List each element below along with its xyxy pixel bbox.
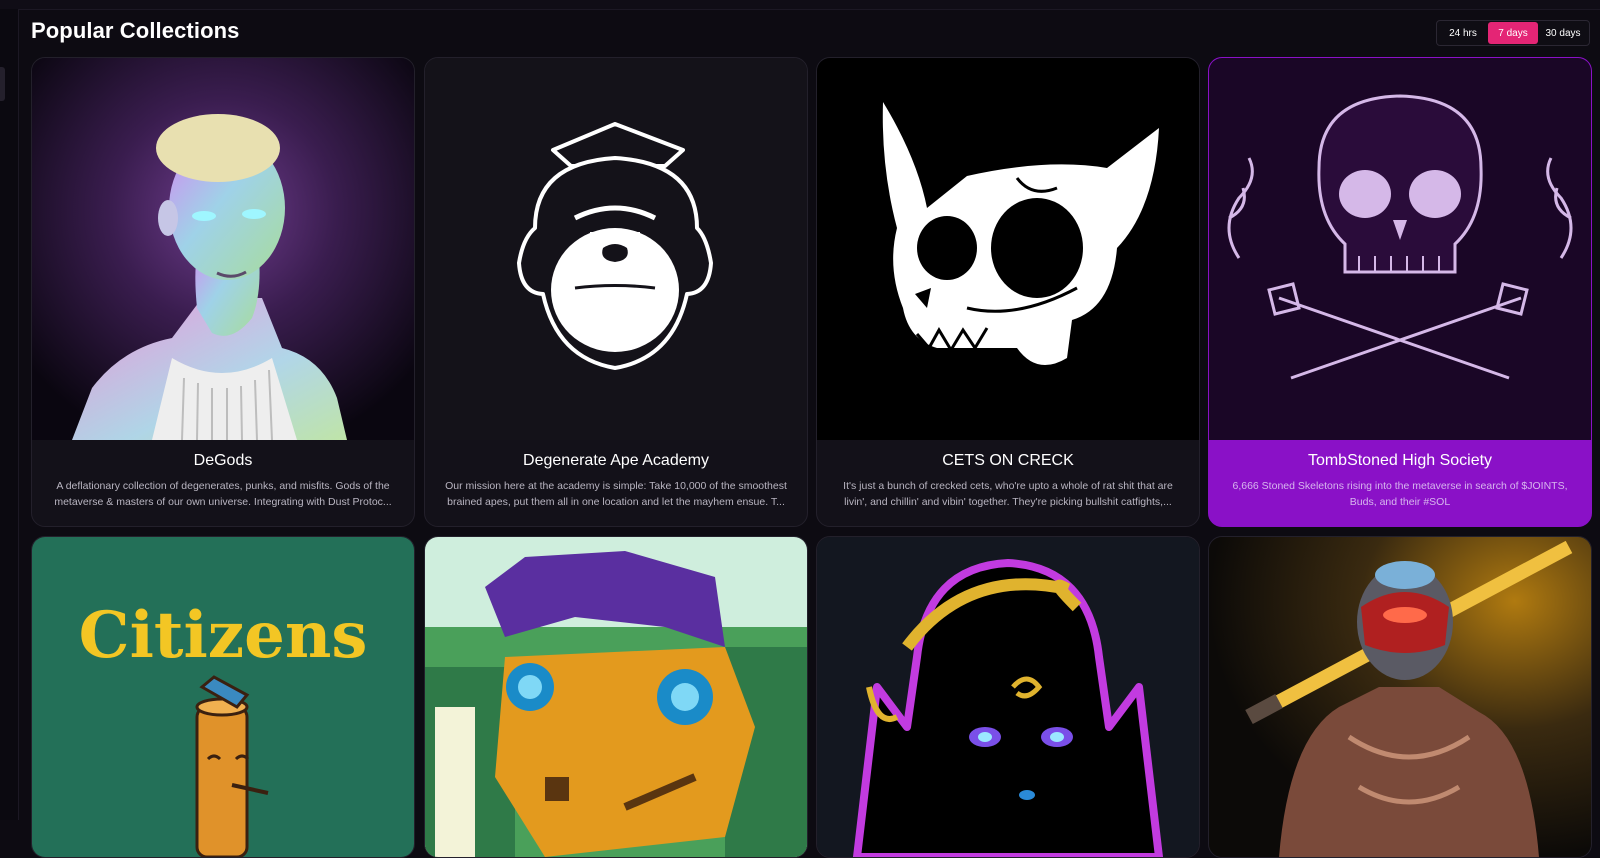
collection-art [425, 537, 807, 857]
collection-art [32, 58, 414, 440]
collection-name: TombStoned High Society [1307, 452, 1493, 469]
collection-card-citizens[interactable]: Citizens [31, 536, 415, 858]
time-range-toggle: 24 hrs 7 days 30 days [1436, 20, 1590, 46]
collection-art [817, 537, 1199, 857]
ape-head-icon [425, 58, 807, 440]
range-24h-button[interactable]: 24 hrs [1438, 22, 1488, 44]
collection-art: Citizens [32, 537, 414, 857]
collection-description: A deflationary collection of degenerates… [54, 480, 392, 508]
degod-portrait-icon [32, 58, 414, 440]
collection-name: Degenerate Ape Academy [523, 452, 709, 469]
collection-name: DeGods [193, 452, 253, 469]
left-sidebar-rail[interactable] [0, 9, 19, 820]
collection-description: It's just a bunch of crecked cets, who'r… [843, 480, 1173, 508]
collection-card-tombstoned-high-society[interactable]: TombStoned High Society 6,666 Stoned Ske… [1208, 57, 1592, 527]
collection-card-degenerate-ape-academy[interactable]: Degenerate Ape Academy Our mission here … [424, 57, 808, 527]
collection-art [1209, 58, 1591, 440]
armored-warrior-icon [1209, 537, 1591, 857]
cat-skull-icon [817, 58, 1199, 440]
skull-crossbones-icon [1209, 58, 1591, 440]
collection-description: 6,666 Stoned Skeletons rising into the m… [1232, 480, 1568, 508]
range-7d-button[interactable]: 7 days [1488, 22, 1538, 44]
collection-card-pixel-lizard[interactable] [424, 536, 808, 858]
neon-silhouette-icon [817, 537, 1199, 857]
collection-card-degods[interactable]: DeGods A deflationary collection of dege… [31, 57, 415, 527]
collection-name: CETS ON CRECK [942, 452, 1074, 469]
top-strip [0, 0, 1600, 10]
range-30d-button[interactable]: 30 days [1538, 22, 1588, 44]
collection-art [425, 58, 807, 440]
collection-card-armored-warrior[interactable] [1208, 536, 1592, 858]
collection-description: Our mission here at the academy is simpl… [445, 480, 787, 508]
citizens-stump-icon: Citizens [32, 537, 414, 857]
collection-card-neon-silhouette[interactable] [816, 536, 1200, 858]
collection-card-cets-on-creck[interactable]: CETS ON CRECK It's just a bunch of creck… [816, 57, 1200, 527]
pixel-lizard-icon [425, 537, 807, 857]
collection-art [817, 58, 1199, 440]
sidebar-collapse-tab[interactable] [0, 67, 5, 101]
citizens-logo-text: Citizens [79, 598, 368, 673]
collection-art [1209, 537, 1591, 857]
page-title: Popular Collections [31, 18, 240, 43]
